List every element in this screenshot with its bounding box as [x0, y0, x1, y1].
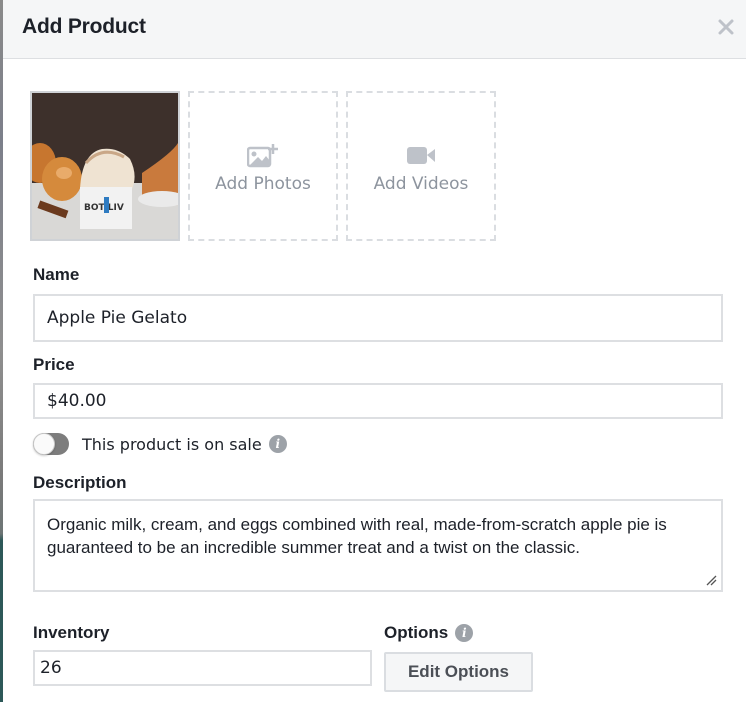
add-videos-button[interactable]: Add Videos [346, 91, 496, 241]
on-sale-toggle[interactable] [33, 433, 69, 455]
price-label: Price [33, 355, 75, 374]
dialog-header: Add Product [3, 0, 746, 59]
svg-text:BOT LIV: BOT LIV [84, 203, 124, 213]
description-textarea[interactable]: Organic milk, cream, and eggs combined w… [33, 499, 723, 592]
edit-options-button[interactable]: Edit Options [384, 652, 533, 692]
name-label: Name [33, 265, 80, 284]
add-photo-icon [247, 144, 278, 168]
description-value: Organic milk, cream, and eggs combined w… [47, 515, 667, 557]
options-label: Options [384, 623, 449, 642]
toggle-knob [33, 433, 55, 455]
inventory-input[interactable]: 26 [33, 650, 372, 686]
on-sale-row: This product is on sale i [33, 433, 287, 455]
add-photos-button[interactable]: Add Photos [188, 91, 338, 241]
close-icon [718, 19, 734, 35]
options-info-icon[interactable]: i [455, 624, 474, 642]
add-videos-label: Add Videos [373, 174, 469, 194]
price-input[interactable]: $40.00 [33, 383, 723, 419]
product-thumbnail[interactable]: BOT LIV [30, 91, 180, 241]
info-icon[interactable]: i [268, 435, 287, 453]
price-input-value: $40.00 [47, 391, 107, 411]
add-photos-label: Add Photos [215, 174, 311, 194]
options-label-row: Options i [384, 623, 474, 643]
product-photo: BOT LIV [32, 93, 178, 239]
name-input-value: Apple Pie Gelato [47, 308, 188, 328]
video-camera-icon [407, 147, 435, 164]
on-sale-label: This product is on sale [82, 434, 262, 454]
media-row: BOT LIV Add Photos Add Videos [30, 91, 496, 241]
close-button[interactable] [716, 17, 736, 37]
resize-grip-icon[interactable] [705, 574, 717, 586]
name-input[interactable]: Apple Pie Gelato [33, 294, 723, 342]
inventory-label: Inventory [33, 623, 110, 642]
description-label: Description [33, 473, 127, 492]
inventory-input-value: 26 [40, 658, 62, 678]
dialog-title: Add Product [22, 15, 146, 38]
